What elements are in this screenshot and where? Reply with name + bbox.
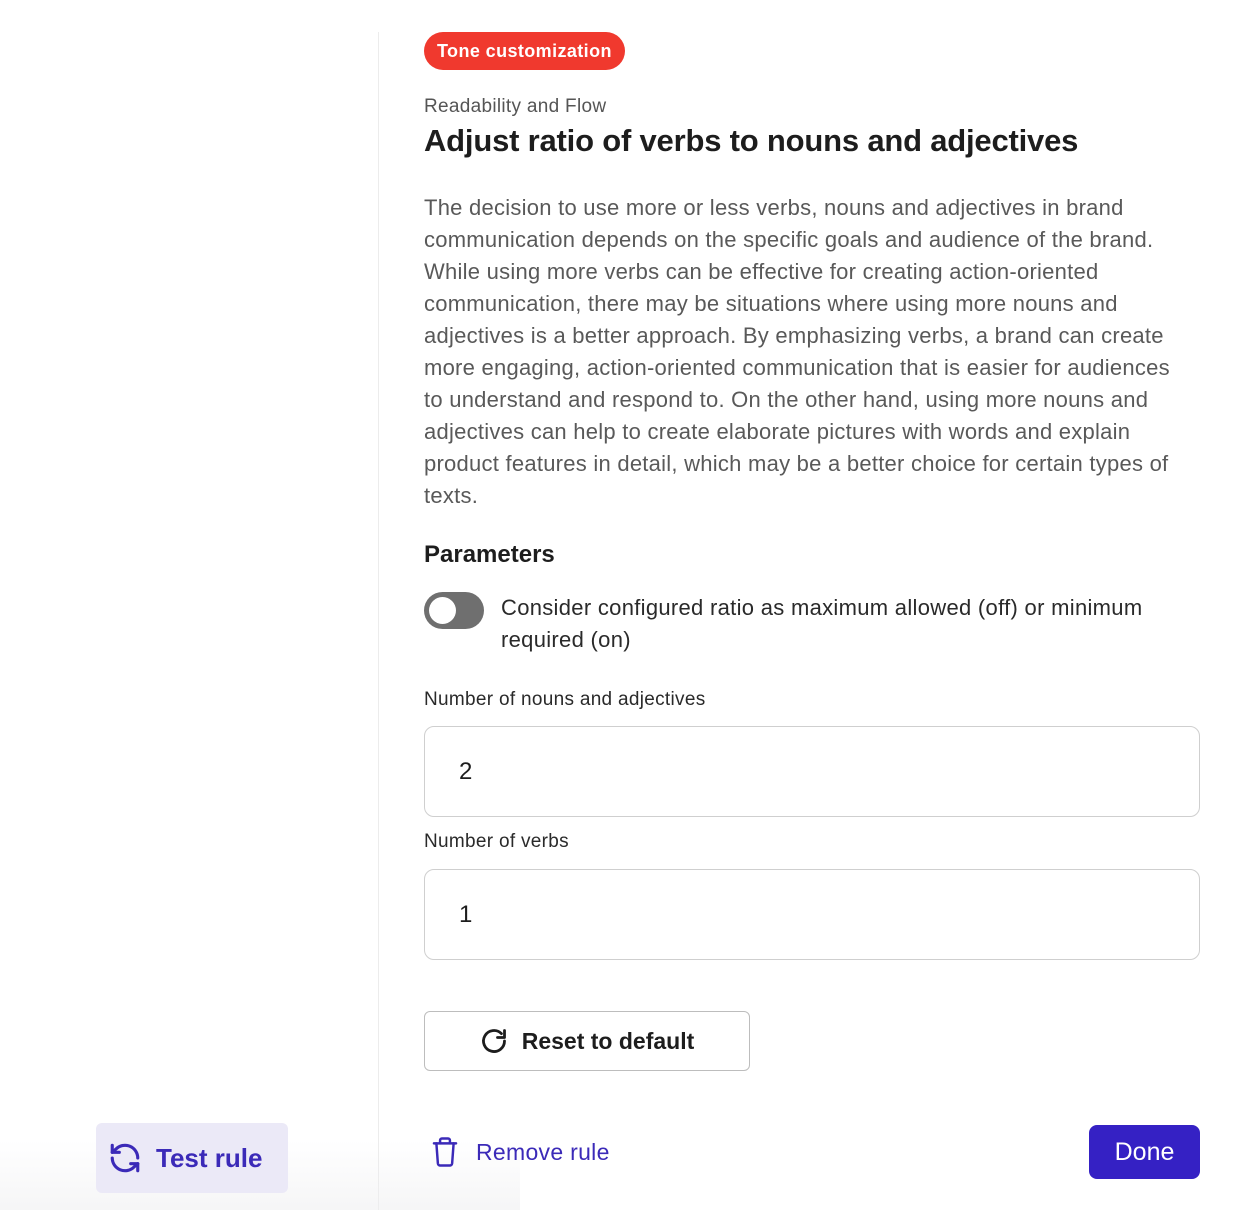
panel-divider xyxy=(378,32,379,1210)
rule-category: Readability and Flow xyxy=(424,96,607,117)
nouns-field-label: Number of nouns and adjectives xyxy=(424,689,706,710)
remove-rule-link[interactable]: Remove rule xyxy=(430,1134,610,1170)
reset-to-default-button[interactable]: Reset to default xyxy=(424,1011,750,1071)
left-panel xyxy=(0,0,378,1210)
ratio-mode-toggle-label: Consider configured ratio as maximum all… xyxy=(501,595,1143,652)
verbs-field-label: Number of verbs xyxy=(424,831,569,852)
rule-description: The decision to use more or less verbs, … xyxy=(424,195,1170,508)
toggle-knob xyxy=(429,597,456,624)
test-rule-label: Test rule xyxy=(156,1142,263,1173)
rule-title: Adjust ratio of verbs to nouns and adjec… xyxy=(424,123,1079,158)
rotate-cw-icon xyxy=(480,1027,508,1055)
verbs-input[interactable] xyxy=(424,869,1200,960)
category-badge: Tone customization xyxy=(424,32,625,70)
rule-detail-panel: Tone customization Readability and Flow … xyxy=(424,0,1200,1210)
refresh-icon xyxy=(108,1141,142,1175)
trash-icon xyxy=(430,1136,460,1168)
test-rule-button[interactable]: Test rule xyxy=(96,1123,288,1193)
nouns-adjectives-input[interactable] xyxy=(424,726,1200,817)
remove-rule-label: Remove rule xyxy=(476,1138,610,1165)
done-button[interactable]: Done xyxy=(1089,1125,1200,1179)
ratio-mode-toggle[interactable] xyxy=(424,592,484,629)
reset-to-default-label: Reset to default xyxy=(521,1027,695,1054)
parameters-heading: Parameters xyxy=(424,541,555,568)
